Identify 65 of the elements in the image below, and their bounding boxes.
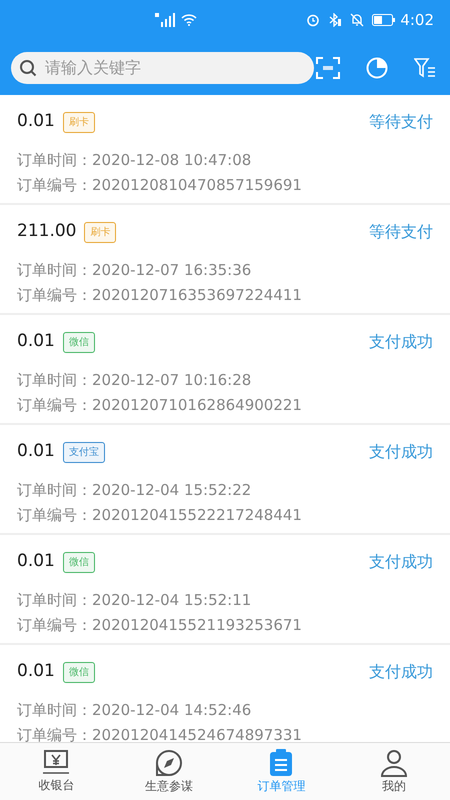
order-number: 2020120710162864900221	[92, 395, 302, 416]
time-label: 订单时间：	[17, 480, 92, 501]
signal-icon	[155, 13, 177, 27]
order-time: 2020-12-07 16:35:36	[92, 260, 252, 281]
order-status: 支付成功	[369, 331, 433, 353]
nav-tab[interactable]: 我的	[338, 748, 450, 794]
time-label: 订单时间：	[17, 370, 92, 391]
order-card[interactable]: 0.01 微信 支付成功 订单时间：2020-12-04 15:52:11 订单编号：2020120415521193253671	[0, 535, 450, 645]
order-time: 2020-12-04 15:52:22	[92, 480, 252, 501]
order-time: 2020-12-04 15:52:11	[92, 590, 252, 611]
time-label: 订单时间：	[17, 700, 92, 721]
clipboard-icon	[269, 748, 294, 776]
order-time: 2020-12-08 10:47:08	[92, 150, 252, 171]
payment-tag: 微信	[62, 662, 95, 682]
order-time: 2020-12-04 14:52:46	[92, 700, 252, 721]
time-label: 订单时间：	[17, 260, 92, 281]
payment-tag: 微信	[62, 552, 95, 572]
bluetooth-icon	[328, 13, 342, 27]
number-label: 订单编号：	[17, 615, 92, 636]
clock-time: 4:02	[400, 10, 434, 31]
scan-icon[interactable]	[316, 56, 340, 78]
order-card[interactable]: 211.00 刷卡 等待支付 订单时间：2020-12-07 16:35:36 订单编号：2020120716353697224411	[0, 205, 450, 315]
time-label: 订单时间：	[17, 590, 92, 611]
payment-tag: 支付宝	[62, 442, 105, 462]
number-label: 订单编号：	[17, 285, 92, 306]
order-card[interactable]: 0.01 微信 支付成功 订单时间：2020-12-07 10:16:28 订单编号：2020120710162864900221	[0, 315, 450, 425]
order-status: 支付成功	[369, 661, 433, 683]
order-number: 2020120716353697224411	[92, 285, 302, 306]
search-field[interactable]: 请输入关键字	[11, 52, 314, 84]
order-card[interactable]: 0.01 刷卡 等待支付 订单时间：2020-12-08 10:47:08 订单编号：2020120810470857159691	[0, 95, 450, 205]
order-amount: 211.00	[17, 220, 76, 244]
monitor-icon	[42, 750, 70, 776]
order-amount: 0.01	[17, 330, 55, 354]
wifi-icon	[181, 14, 197, 26]
order-number: 2020120415522217248441	[92, 505, 302, 526]
payment-tag: 微信	[62, 332, 95, 352]
order-amount: 0.01	[17, 440, 55, 464]
payment-tag: 刷卡	[62, 112, 95, 132]
order-number: 2020120414524674897331	[92, 725, 302, 742]
payment-tag: 刷卡	[84, 222, 116, 242]
battery-icon	[372, 14, 396, 26]
order-status: 支付成功	[369, 441, 433, 463]
nav-tab[interactable]: 收银台	[0, 750, 112, 794]
mute-icon	[350, 13, 364, 27]
order-amount: 0.01	[17, 550, 55, 574]
user-icon	[380, 748, 408, 776]
order-status: 等待支付	[369, 221, 433, 243]
time-label: 订单时间：	[17, 150, 92, 171]
order-status: 支付成功	[369, 551, 433, 573]
order-number: 2020120415521193253671	[92, 615, 302, 636]
number-label: 订单编号：	[17, 175, 92, 196]
number-label: 订单编号：	[17, 725, 92, 742]
order-card[interactable]: 0.01 支付宝 支付成功 订单时间：2020-12-04 15:52:22 订单编号：2020120415522217248441	[0, 425, 450, 535]
order-time: 2020-12-07 10:16:28	[92, 370, 252, 391]
compass-icon	[154, 748, 183, 776]
number-label: 订单编号：	[17, 395, 92, 416]
number-label: 订单编号：	[17, 505, 92, 526]
order-status: 等待支付	[369, 111, 433, 133]
order-amount: 0.01	[17, 110, 55, 134]
pie-chart-icon[interactable]	[366, 56, 388, 78]
filter-icon[interactable]	[414, 58, 436, 78]
nav-tab[interactable]: 生意参谋	[112, 748, 225, 794]
order-number: 2020120810470857159691	[92, 175, 302, 196]
alarm-icon	[306, 13, 320, 27]
order-amount: 0.01	[17, 660, 55, 684]
